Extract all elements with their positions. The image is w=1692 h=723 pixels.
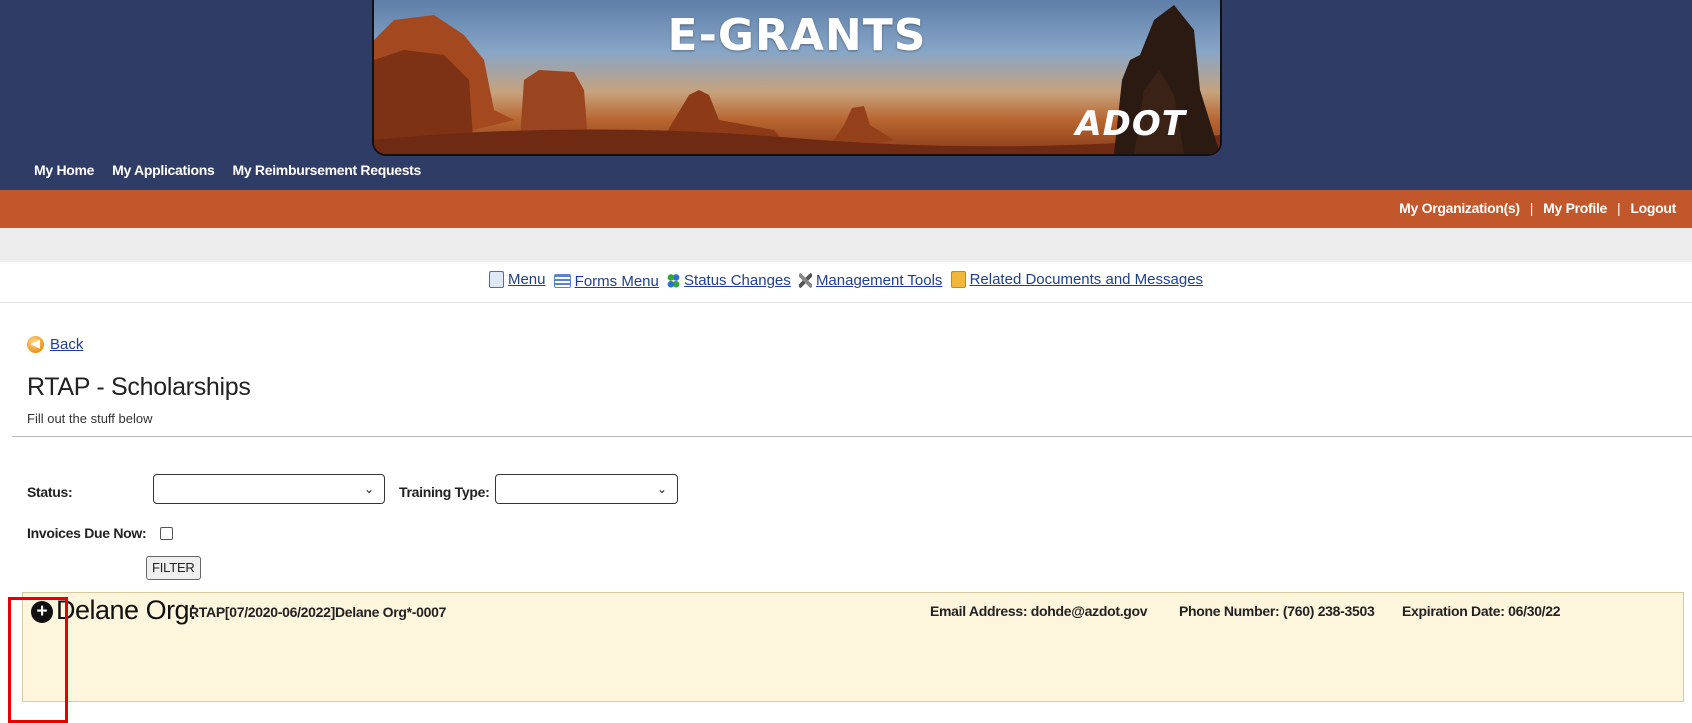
management-tools-link[interactable]: Management Tools [816, 272, 942, 289]
back-link-group[interactable]: ◀ Back [27, 336, 83, 353]
nav-separator: | [1529, 200, 1534, 216]
status-label: Status: [27, 484, 73, 500]
nav-my-applications[interactable]: My Applications [112, 162, 215, 178]
nav-my-reimbursement-requests[interactable]: My Reimbursement Requests [232, 162, 421, 178]
banner-image: E-GRANTS ADOT [372, 0, 1222, 156]
my-organizations-link[interactable]: My Organization(s) [1399, 200, 1520, 216]
nav-my-home[interactable]: My Home [34, 162, 94, 178]
status-changes-item[interactable]: Status Changes [667, 272, 791, 289]
chevron-down-icon: ⌄ [656, 482, 667, 496]
invoices-due-label: Invoices Due Now: [27, 525, 147, 541]
logout-link[interactable]: Logout [1630, 200, 1676, 216]
chevron-down-icon: ⌄ [363, 482, 374, 496]
forms-menu-link[interactable]: Forms Menu [575, 273, 659, 290]
header: E-GRANTS ADOT My Home My Applications My… [0, 0, 1692, 190]
page-title: RTAP - Scholarships [27, 373, 251, 401]
status-select[interactable]: ⌄ [153, 474, 385, 504]
banner-title: E-GRANTS [667, 10, 927, 61]
menu-link[interactable]: Menu [508, 271, 546, 288]
phone-number: Phone Number: (760) 238-3503 [1179, 603, 1375, 619]
nav-separator: | [1617, 200, 1621, 216]
adot-logo: ADOT [1075, 104, 1186, 144]
tools-icon [798, 273, 812, 288]
top-nav: My Home My Applications My Reimbursement… [34, 162, 439, 178]
user-bar: My Organization(s) | My Profile | Logout [0, 190, 1692, 228]
highlight-box [8, 597, 68, 723]
back-link[interactable]: Back [50, 336, 83, 353]
user-nav: My Organization(s) | My Profile | Logout [1399, 200, 1676, 216]
filter-button[interactable]: FILTER [146, 556, 201, 580]
application-reference: RTAP[07/2020-06/2022]Delane Org*-0007 [189, 604, 447, 620]
back-arrow-icon: ◀ [27, 336, 44, 353]
divider [12, 436, 1692, 437]
forms-menu-icon [553, 274, 571, 288]
my-profile-link[interactable]: My Profile [1543, 200, 1607, 216]
forms-menu-item[interactable]: Forms Menu [553, 273, 659, 290]
management-tools-item[interactable]: Management Tools [798, 272, 942, 289]
training-type-select[interactable]: ⌄ [495, 474, 678, 504]
status-changes-link[interactable]: Status Changes [684, 272, 791, 289]
organization-name: Delane Org: [56, 595, 197, 625]
related-documents-link[interactable]: Related Documents and Messages [970, 271, 1203, 288]
invoices-due-checkbox[interactable] [160, 527, 173, 540]
menu-icon [488, 271, 504, 288]
expiration-date: Expiration Date: 06/30/22 [1402, 603, 1561, 619]
folder-icon [950, 271, 966, 288]
page-subtitle: Fill out the stuff below [27, 411, 153, 426]
forms-menu-bar: Menu Forms Menu Status Changes Managemen… [0, 271, 1692, 292]
menu-item[interactable]: Menu [488, 271, 546, 288]
gray-strip [0, 228, 1692, 262]
related-documents-item[interactable]: Related Documents and Messages [950, 271, 1203, 288]
email-address: Email Address: dohde@azdot.gov [930, 603, 1148, 619]
divider [0, 302, 1692, 303]
page: E-GRANTS ADOT My Home My Applications My… [0, 0, 1692, 723]
training-type-label: Training Type: [399, 484, 490, 500]
status-changes-icon [667, 273, 681, 288]
